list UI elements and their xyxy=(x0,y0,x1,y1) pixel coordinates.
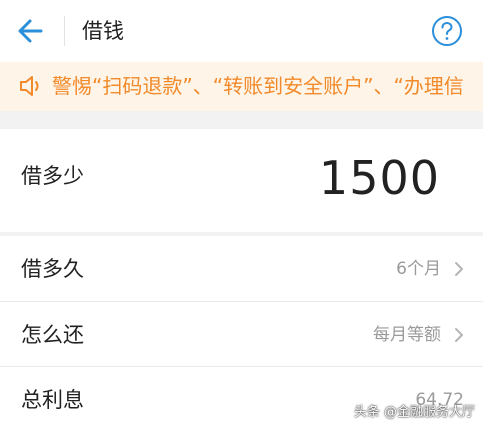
repayment-method-label: 怎么还 xyxy=(21,323,84,347)
loan-amount-value[interactable]: 1500 xyxy=(319,149,440,207)
repayment-method-row[interactable]: 怎么还 每月等额 xyxy=(0,302,483,367)
chevron-right-icon xyxy=(455,262,463,276)
warning-notice-text: 警惕“扫码退款”、“转账到安全账户”、“办理信 xyxy=(52,74,464,98)
top-bar: 借钱 xyxy=(0,0,483,62)
repayment-method-value: 每月等额 xyxy=(373,325,441,345)
total-interest-label: 总利息 xyxy=(21,388,84,412)
chevron-right-icon xyxy=(455,328,463,342)
help-button[interactable] xyxy=(431,15,463,47)
loan-amount-label: 借多少 xyxy=(21,164,84,188)
warning-notice-bar[interactable]: 警惕“扫码退款”、“转账到安全账户”、“办理信 xyxy=(0,62,483,111)
loan-term-row[interactable]: 借多久 6个月 xyxy=(0,236,483,301)
loan-amount-row[interactable]: 借多少 1500 xyxy=(0,129,483,232)
loan-term-value: 6个月 xyxy=(396,259,441,279)
question-circle-icon xyxy=(432,16,462,46)
header-divider xyxy=(64,16,65,46)
total-interest-row: 总利息 64.72 xyxy=(0,367,483,433)
watermark: 头条 @金融服务大厅 xyxy=(353,405,475,420)
back-button[interactable] xyxy=(14,15,48,47)
speaker-icon xyxy=(20,76,39,96)
loan-term-label: 借多久 xyxy=(21,257,84,281)
page-title: 借钱 xyxy=(82,19,124,43)
arrow-left-icon xyxy=(18,19,43,43)
